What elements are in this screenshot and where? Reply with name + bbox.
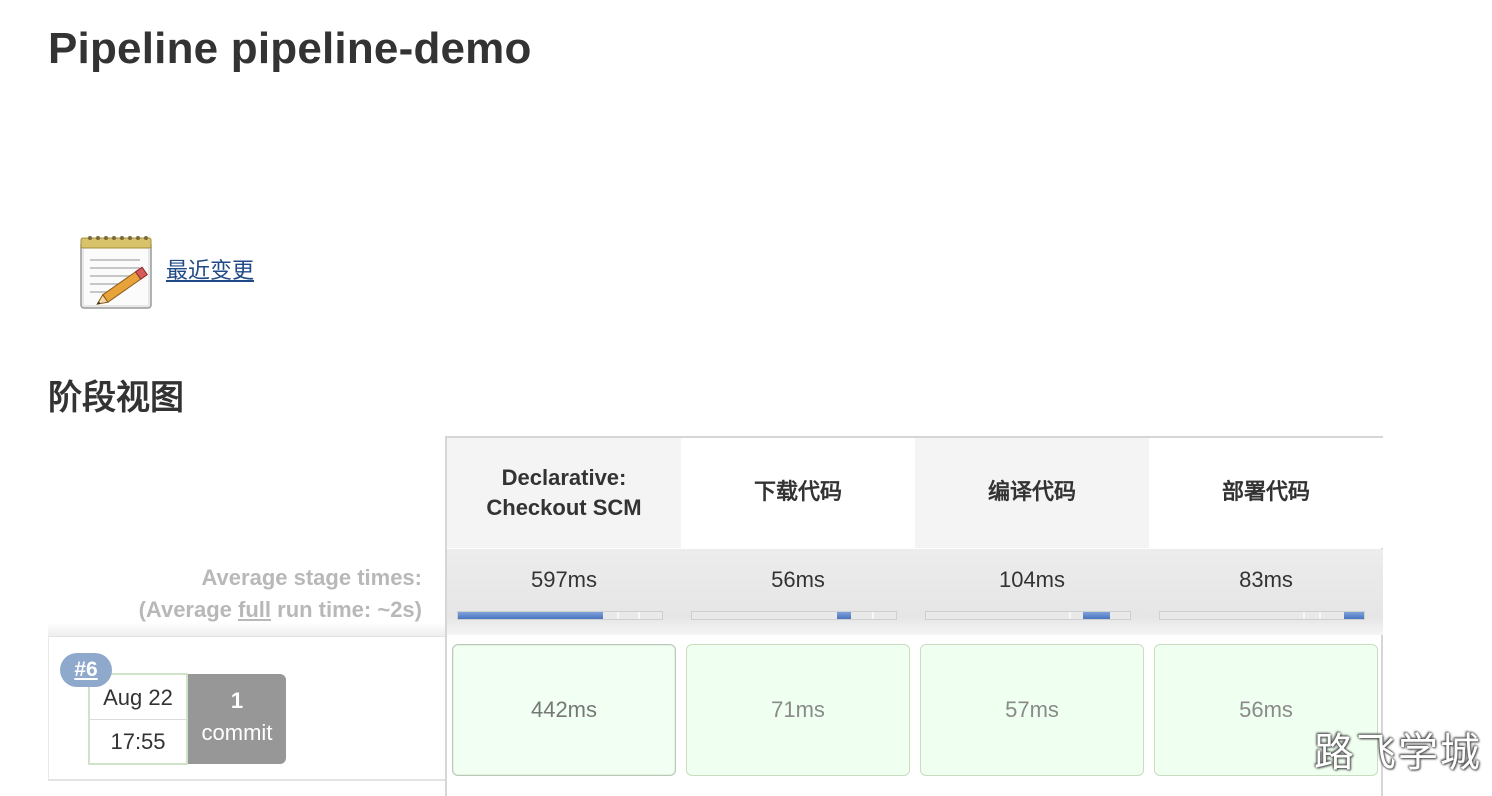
average-run-time-prefix: (Average bbox=[138, 597, 239, 622]
stage-name: 部署代码 bbox=[1221, 480, 1310, 505]
recent-changes: 最近变更 bbox=[78, 232, 254, 312]
run-number-badge[interactable]: #6 bbox=[60, 653, 112, 687]
stage-average-progress bbox=[457, 611, 663, 620]
stage-header: 部署代码 bbox=[1149, 438, 1383, 548]
progress-fill bbox=[1083, 612, 1110, 619]
progress-fill bbox=[1343, 612, 1364, 619]
run-date-divider bbox=[90, 719, 186, 720]
stage-name: Declarative: Checkout SCM bbox=[486, 465, 642, 520]
average-stage-times-label: Average stage times: (Average full run t… bbox=[139, 562, 422, 626]
run-date: Aug 22 bbox=[103, 685, 173, 710]
stage-header: Declarative: Checkout SCM bbox=[447, 438, 681, 548]
stage-average-progress bbox=[691, 611, 897, 620]
run-date-box: Aug 22 17:55 bbox=[88, 673, 188, 765]
stage-name: 编译代码 bbox=[987, 480, 1076, 505]
average-run-time-line: (Average full run time: ~2s) bbox=[139, 594, 422, 626]
stage-run-cell[interactable]: 71ms bbox=[686, 644, 910, 776]
stage-name: 下载代码 bbox=[753, 480, 842, 505]
stage-run-cell[interactable]: 442ms bbox=[452, 644, 676, 776]
progress-fill bbox=[836, 612, 852, 619]
notepad-pencil-icon bbox=[80, 236, 152, 309]
progress-tick bbox=[1068, 612, 1071, 619]
stage-average-progress bbox=[925, 611, 1131, 620]
stage-view-title: 阶段视图 bbox=[48, 378, 184, 418]
stage-average-progress bbox=[1159, 611, 1365, 620]
progress-tick bbox=[1319, 612, 1322, 619]
stage-average-time: 83ms bbox=[1239, 567, 1293, 592]
full-run-time-link[interactable]: full bbox=[238, 597, 271, 622]
progress-tick bbox=[617, 612, 620, 619]
stage-average: 56ms bbox=[681, 549, 915, 635]
commit-label: commit bbox=[201, 720, 273, 745]
stage-column-download: 下载代码 56ms 71ms bbox=[681, 438, 915, 776]
commit-count: 1 bbox=[230, 688, 244, 713]
stage-header: 编译代码 bbox=[915, 438, 1149, 548]
stage-view-table: Declarative: Checkout SCM 597ms 442ms 下载… bbox=[445, 436, 1383, 796]
progress-fill bbox=[458, 612, 603, 619]
run-time: 17:55 bbox=[110, 729, 166, 754]
stage-column-deploy: 部署代码 83ms 56ms bbox=[1149, 438, 1383, 776]
progress-tick bbox=[871, 612, 874, 619]
stage-average: 597ms bbox=[447, 549, 681, 635]
stage-average-time: 597ms bbox=[530, 567, 598, 592]
stage-run-cell[interactable]: 57ms bbox=[920, 644, 1144, 776]
stage-average-time: 104ms bbox=[998, 567, 1066, 592]
progress-tick bbox=[1302, 612, 1305, 619]
run-commits-button[interactable]: 1 commit bbox=[188, 674, 286, 764]
watermark: 路飞学城 bbox=[1314, 730, 1482, 776]
recent-changes-link[interactable]: 最近变更 bbox=[166, 253, 254, 285]
average-run-time-suffix: run time: ~2s) bbox=[271, 597, 422, 622]
stage-average: 83ms bbox=[1149, 549, 1383, 635]
stage-average-time: 56ms bbox=[771, 567, 825, 592]
stage-average: 104ms bbox=[915, 549, 1149, 635]
progress-tick bbox=[637, 612, 640, 619]
stage-header: 下载代码 bbox=[681, 438, 915, 548]
stage-column-checkout: Declarative: Checkout SCM 597ms 442ms bbox=[447, 438, 681, 776]
stage-column-compile: 编译代码 104ms 57ms bbox=[915, 438, 1149, 776]
page-title: Pipeline pipeline-demo bbox=[48, 24, 532, 73]
average-stage-times-line1: Average stage times: bbox=[201, 565, 422, 590]
